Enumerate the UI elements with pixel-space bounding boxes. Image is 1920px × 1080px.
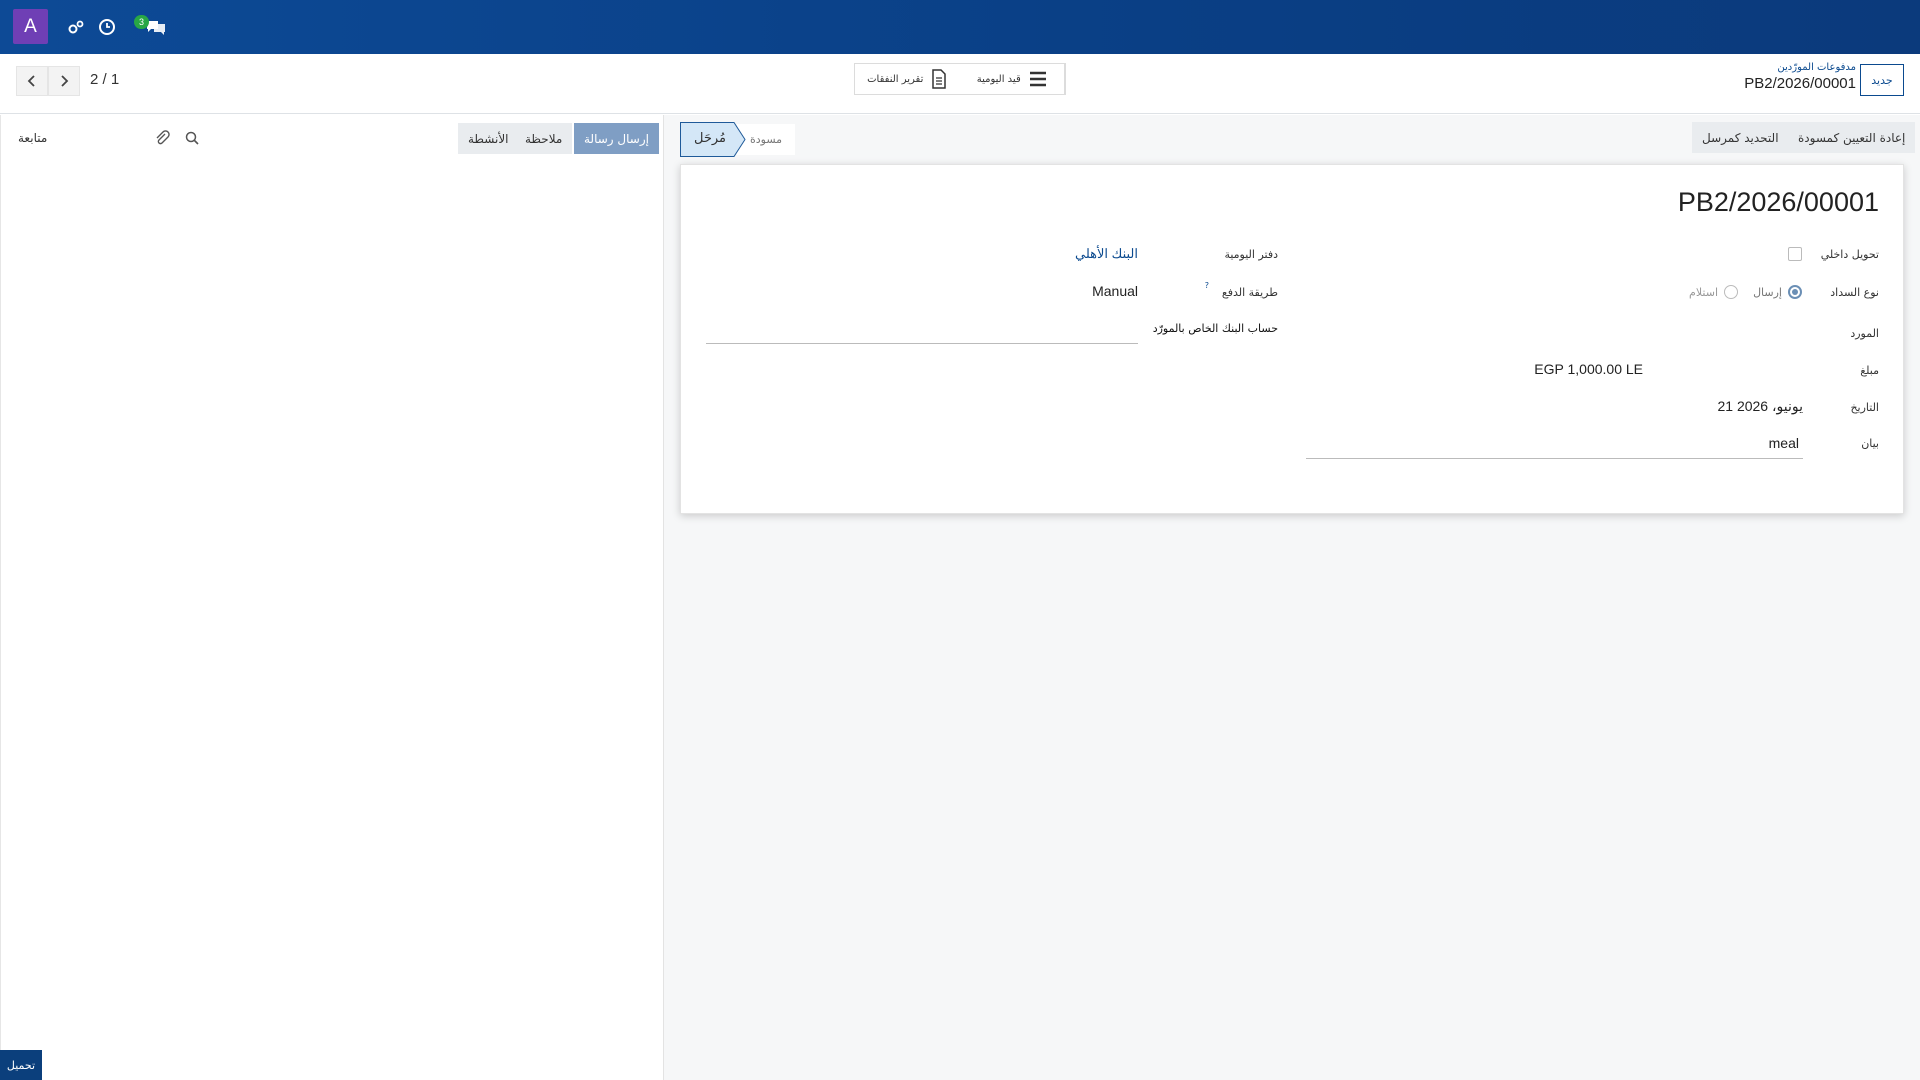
clock-icon[interactable] (96, 16, 118, 38)
stage-posted-label: مُرحَل (694, 131, 727, 146)
payment-method-help-icon[interactable]: ? (1205, 281, 1209, 290)
date-value[interactable]: 21 يونيو، 2026 (1717, 398, 1803, 415)
chatter-pane: إرسال رسالة ملاحظة الأنشطة متابعة (0, 115, 663, 1080)
payment-type-label: نوع السداد (1830, 286, 1879, 299)
log-note-button[interactable]: ملاحظة (515, 123, 573, 154)
pager-previous-button[interactable] (16, 66, 48, 96)
payment-method-label: طريقة الدفع (1221, 286, 1278, 299)
pager-value[interactable]: 2 / 1 (90, 71, 119, 88)
control-panel: 2 / 1 تقرير النفقات قيد اليومية مدفوعات … (0, 54, 1920, 114)
smart-buttons: تقرير النفقات قيد اليومية (854, 63, 1066, 95)
amount-label: مبلغ (1860, 364, 1879, 377)
breadcrumb: مدفوعات المورّدين PB2/2026/00001 (1744, 62, 1856, 92)
breadcrumb-parent[interactable]: مدفوعات المورّدين (1744, 62, 1856, 73)
statusbar: إعادة التعيين كمسودة التحديد كمرسل مسودة… (664, 115, 1920, 163)
search-icon[interactable] (182, 128, 202, 148)
pager-next-button[interactable] (48, 66, 80, 96)
send-message-button[interactable]: إرسال رسالة (574, 123, 659, 154)
amount-value[interactable]: EGP 1,000.00 LE (1534, 361, 1643, 377)
chevron-right-icon (61, 75, 69, 87)
date-label: التاريخ (1850, 401, 1879, 414)
stage-posted[interactable]: مُرحَل (680, 122, 746, 157)
journal-entry-button[interactable]: قيد اليومية (960, 64, 1065, 94)
form-area: إعادة التعيين كمسودة التحديد كمرسل مسودة… (663, 115, 1920, 1080)
activities-button[interactable]: الأنشطة (458, 123, 519, 154)
journal-label: دفتر اليومية (1224, 248, 1278, 261)
payment-type-send-label: إرسال (1753, 286, 1782, 299)
document-icon (932, 69, 947, 89)
vendor-label: المورد (1850, 327, 1879, 340)
payment-type-send-radio[interactable] (1788, 285, 1802, 299)
breadcrumb-current: PB2/2026/00001 (1744, 75, 1856, 92)
internal-transfer-label: تحويل داخلي (1820, 248, 1879, 261)
follow-button[interactable]: متابعة (18, 131, 47, 145)
vendor-bank-account-input[interactable] (706, 343, 1138, 344)
top-navbar: A 3 (0, 0, 1920, 54)
settings-icon[interactable] (65, 16, 87, 38)
new-button[interactable]: جديد (1860, 64, 1904, 96)
paperclip-icon[interactable] (152, 128, 172, 148)
message-count-badge: 3 (134, 15, 149, 29)
user-avatar[interactable]: A (13, 9, 48, 44)
payment-type-receive-radio[interactable] (1724, 285, 1738, 299)
payment-method-value[interactable]: Manual (1092, 283, 1138, 299)
journal-entry-label: قيد اليومية (976, 73, 1021, 85)
chevron-left-icon (27, 75, 35, 87)
journal-value[interactable]: البنك الأهلي (1075, 246, 1138, 262)
expense-report-label: تقرير النفقات (867, 73, 924, 85)
mark-as-sent-button[interactable]: التحديد كمرسل (1692, 122, 1789, 153)
memo-input[interactable]: meal (1769, 435, 1799, 451)
form-sheet: PB2/2026/00001 تحويل داخلي نوع السداد إر… (680, 164, 1904, 514)
payment-type-receive-label: استلام (1689, 286, 1718, 299)
internal-transfer-checkbox[interactable] (1788, 247, 1802, 261)
list-icon (1029, 71, 1046, 87)
memo-underline (1306, 458, 1803, 459)
reset-to-draft-button[interactable]: إعادة التعيين كمسودة (1788, 122, 1916, 153)
vendor-bank-account-label: حساب البنك الخاص بالمورّد (1152, 322, 1278, 335)
record-title: PB2/2026/00001 (1677, 187, 1879, 217)
chatter-topbar: إرسال رسالة ملاحظة الأنشطة متابعة (1, 115, 664, 163)
upload-button[interactable]: تحميل (0, 1050, 42, 1080)
expense-report-button[interactable]: تقرير النفقات (855, 64, 960, 94)
memo-label: بيان (1861, 437, 1879, 450)
